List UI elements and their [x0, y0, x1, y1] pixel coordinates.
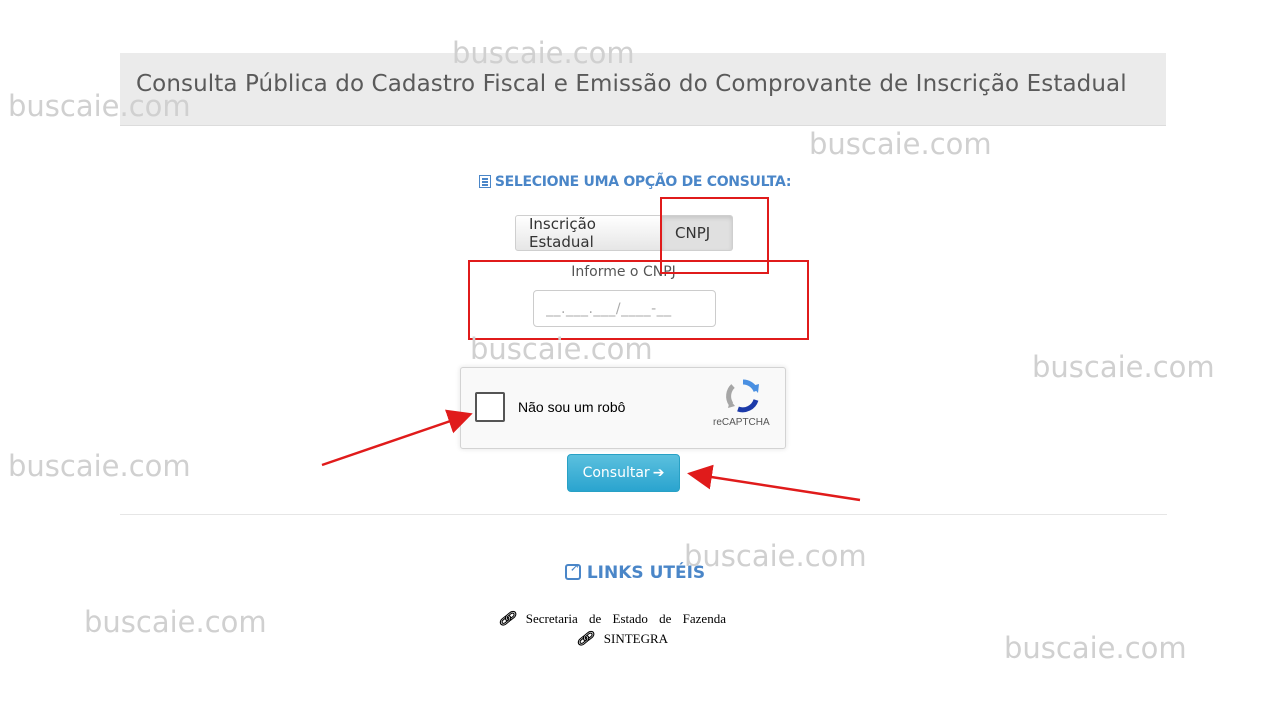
recaptcha-widget: Não sou um robô reCAPTCHA	[460, 367, 786, 449]
recaptcha-brand: reCAPTCHA	[713, 417, 770, 428]
links-section-title: LINKS UTÉIS	[0, 560, 1270, 583]
recaptcha-checkbox[interactable]	[475, 392, 505, 422]
links-title-label: LINKS UTÉIS	[586, 563, 706, 583]
consulta-section-title: SELECIONE UMA OPÇÃO DE CONSULTA:	[0, 174, 1270, 190]
watermark: buscaie.com	[1004, 631, 1187, 665]
watermark: buscaie.com	[809, 127, 992, 161]
arrow-to-checkbox	[321, 409, 473, 467]
watermark: buscaie.com	[84, 605, 267, 639]
inscricao-estadual-button[interactable]: Inscrição Estadual	[515, 215, 662, 251]
link-icon: 🔗︎	[498, 612, 516, 627]
link-sintegra-label: SINTEGRA	[603, 631, 669, 646]
recaptcha-label: Não sou um robô	[518, 399, 626, 415]
consultar-button[interactable]: Consultar ➔	[567, 454, 680, 492]
link-secretaria[interactable]: 🔗︎ Secretaria de Estado de Fazenda	[498, 611, 726, 628]
arrow-to-consultar	[687, 464, 861, 502]
link-secretaria-label: Secretaria de Estado de Fazenda	[525, 611, 726, 626]
arrow-right-icon: ➔	[652, 465, 665, 481]
watermark: buscaie.com	[8, 449, 191, 483]
recaptcha-logo-icon	[726, 379, 759, 413]
watermark: buscaie.com	[1032, 350, 1215, 384]
input-highlight-box	[468, 260, 809, 340]
link-icon: 🔗︎	[576, 632, 594, 647]
divider	[120, 514, 1167, 515]
link-sintegra[interactable]: 🔗︎ SINTEGRA	[576, 631, 668, 648]
consultar-label: Consultar	[582, 465, 650, 481]
external-link-icon	[564, 560, 581, 580]
list-icon	[478, 175, 491, 188]
consulta-section-label: SELECIONE UMA OPÇÃO DE CONSULTA:	[494, 174, 792, 190]
page-header: Consulta Pública do Cadastro Fiscal e Em…	[120, 53, 1166, 126]
page-title: Consulta Pública do Cadastro Fiscal e Em…	[136, 71, 1127, 97]
